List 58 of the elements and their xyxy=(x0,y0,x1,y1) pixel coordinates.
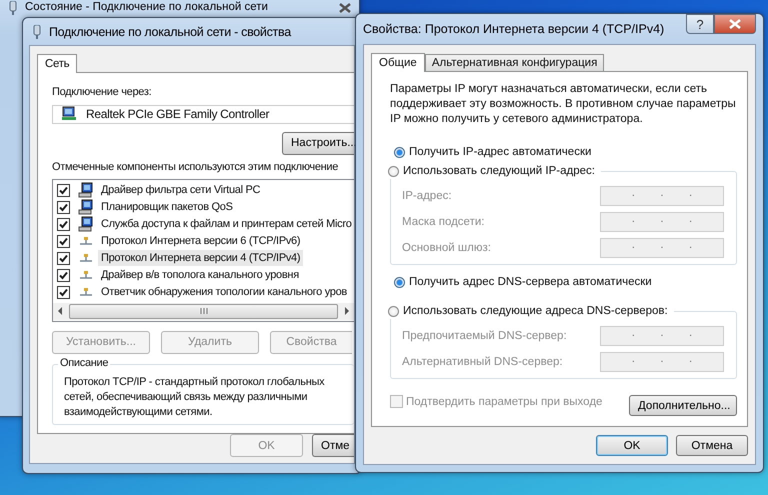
scroll-right-icon[interactable] xyxy=(344,307,350,316)
tab[interactable]: Альтернативная конфигурация xyxy=(424,54,604,71)
network-cable-icon xyxy=(9,1,17,15)
field-label: IP-адрес: xyxy=(402,190,452,202)
advanced-button[interactable]: Дополнительно... xyxy=(629,395,737,416)
close-icon xyxy=(729,19,741,29)
computer-icon xyxy=(78,216,94,232)
configure-button[interactable]: Настроить... xyxy=(282,132,354,155)
checkbox[interactable] xyxy=(57,268,70,282)
field-label: Основной шлюз: xyxy=(402,242,491,254)
protocol-icon xyxy=(78,270,94,280)
field-label: Альтернативный DNS-сервер: xyxy=(402,356,563,368)
intro-text: Параметры IP могут назначаться автоматически, если сеть поддерживает эту возможность. В противном случае параметры IP можно получить у сетевого администратора. xyxy=(390,82,737,127)
help-button[interactable]: ? xyxy=(686,14,714,34)
components-label: Отмеченные компоненты используются этим подключение xyxy=(52,160,340,175)
computer-icon xyxy=(78,182,94,198)
group-title: Описание xyxy=(58,356,110,369)
radio-option[interactable]: Использовать следующие адреса DNS-серверов: xyxy=(388,303,674,319)
close-icon[interactable] xyxy=(339,3,351,13)
radio-option[interactable]: Получить адрес DNS-сервера автоматически xyxy=(394,275,737,289)
window-title: Подключение по локальной сети - свойства xyxy=(49,24,291,38)
tab[interactable]: Сеть xyxy=(37,54,78,73)
window-title: Свойства: Протокол Интернета версии 4 (TCP/IPv4) xyxy=(363,22,664,36)
grip-icon xyxy=(200,308,208,314)
protocol-icon xyxy=(78,287,94,298)
component-item[interactable]: Драйвер в/в тополога канального уровня xyxy=(98,267,302,284)
network-cable-icon xyxy=(33,24,41,38)
radio-option[interactable]: Получить IP-адрес автоматически xyxy=(394,145,737,159)
adapter-name: Realtek PCIe GBE Family Controller xyxy=(86,107,270,122)
field-label: Маска подсети: xyxy=(402,216,484,228)
dialog-button[interactable]: Отмена xyxy=(676,435,748,456)
field-label: Предпочитаемый DNS-сервер: xyxy=(402,330,567,342)
window-title: Состояние - Подключение по локальной сети xyxy=(25,1,268,13)
tab[interactable]: Общие xyxy=(371,53,425,72)
checkbox[interactable] xyxy=(57,200,70,214)
dialog-button[interactable]: OK xyxy=(596,435,668,456)
component-item[interactable]: Протокол Интернета версии 6 (TCP/IPv6) xyxy=(98,233,304,250)
checkbox[interactable] xyxy=(57,286,70,299)
component-item[interactable]: Планировщик пакетов QoS xyxy=(98,199,236,216)
computer-icon xyxy=(78,199,94,216)
close-button[interactable] xyxy=(714,14,756,34)
checkbox[interactable] xyxy=(57,234,70,248)
protocol-icon xyxy=(78,253,94,264)
protocol-icon xyxy=(78,236,94,246)
field-label: Подключение через: xyxy=(52,85,152,100)
horizontal-scrollbar[interactable] xyxy=(53,302,354,320)
checkbox[interactable] xyxy=(57,184,70,197)
description-text: Протокол TCP/IP - стандартный протокол глобальных сетей, обеспечивающий связь между различными взаимодействующими сетями. xyxy=(64,374,326,420)
checkbox[interactable] xyxy=(57,252,70,265)
scroll-left-icon[interactable] xyxy=(57,307,63,316)
dialog-button[interactable]: Отме xyxy=(312,434,354,457)
radio-option[interactable]: Использовать следующий IP-адрес: xyxy=(388,163,601,179)
component-item[interactable]: Протокол Интернета версии 4 (TCP/IPv4) xyxy=(98,250,304,266)
component-item[interactable]: Ответчик обнаружения топологии канального уров xyxy=(98,284,350,300)
component-item[interactable]: Служба доступа к файлам и принтерам сетей Micro xyxy=(98,216,355,232)
component-item[interactable]: Драйвер фильтра сети Virtual PC xyxy=(98,182,264,198)
network-adapter-icon xyxy=(61,106,77,122)
checkbox[interactable] xyxy=(57,218,70,231)
